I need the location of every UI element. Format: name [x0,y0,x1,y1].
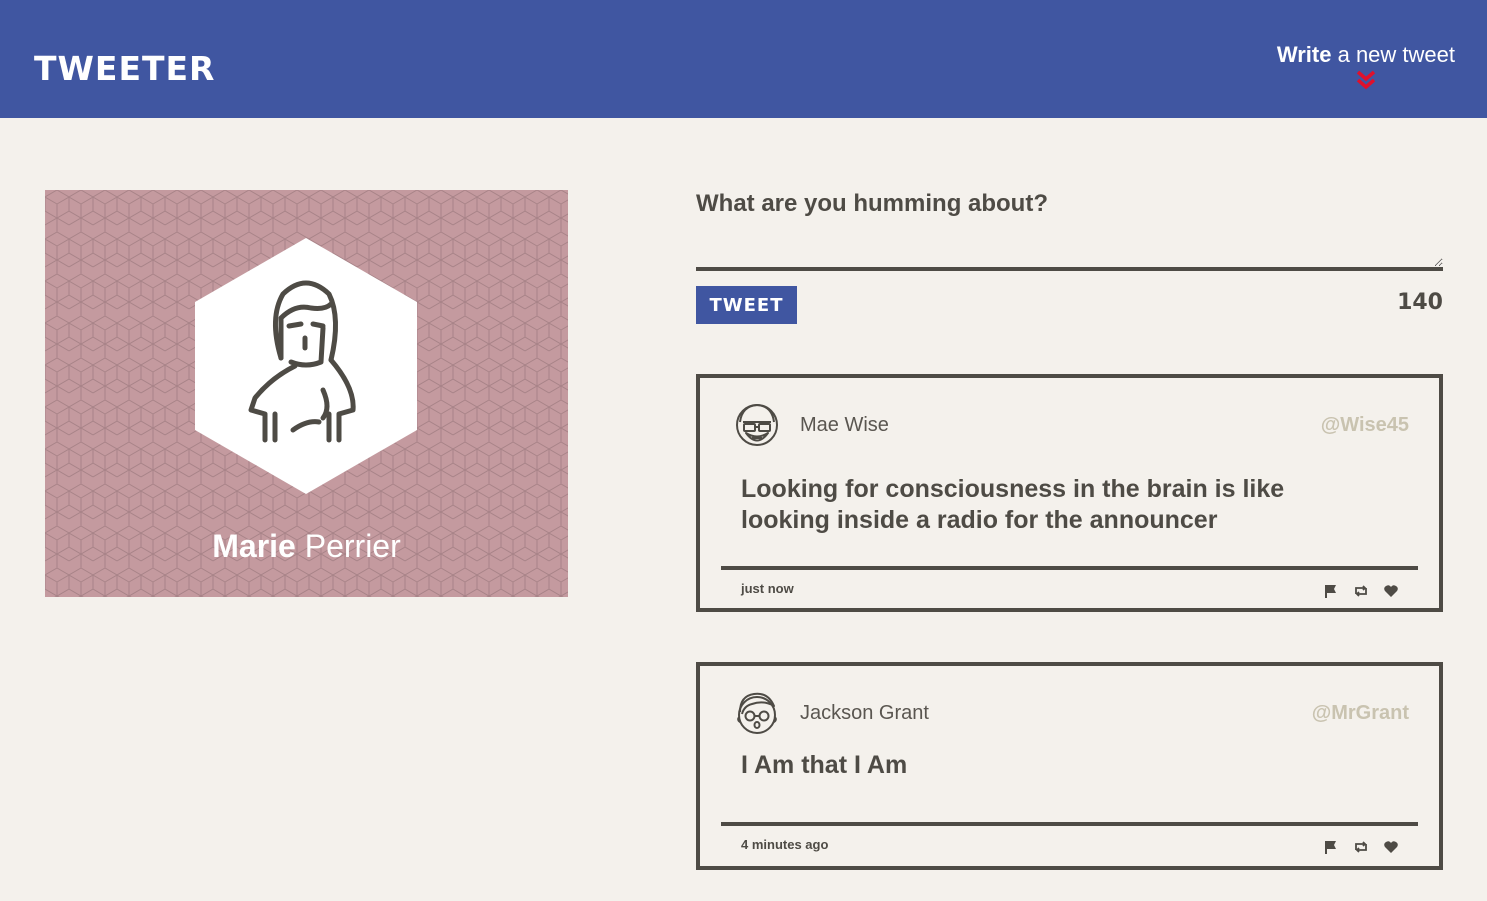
profile-first-name: Marie [212,528,296,564]
tweet-author-handle[interactable]: @Wise45 [1321,414,1409,437]
bearded-glasses-avatar-icon [736,404,778,446]
tweet-author-name: Mae Wise [800,414,889,436]
tweet-author-handle[interactable]: @MrGrant [1312,702,1409,725]
tweet-text: I Am that I Am [741,751,908,779]
heart-icon[interactable] [1383,839,1399,855]
character-counter: 140 [1397,290,1443,315]
tweet-author-name: Jackson Grant [800,702,929,724]
tweet-card: Jackson Grant @MrGrant I Am that I Am 4 … [696,662,1443,870]
write-new-tweet-link[interactable]: Write a new tweet [1277,42,1455,90]
glasses-man-avatar-icon [737,692,777,734]
app-logo: TWEETER [34,49,216,88]
top-nav: TWEETER Write a new tweet [0,0,1487,118]
tweet-timestamp: just now [741,581,794,596]
profile-name: Marie Perrier [45,528,568,565]
tweet-button[interactable]: TWEET [696,286,797,324]
woman-avatar-icon [195,238,417,494]
tweet-actions [1323,839,1399,855]
double-chevron-down-icon[interactable] [1355,70,1377,90]
tweet-text: Looking for consciousness in the brain i… [741,475,1285,534]
heart-icon[interactable] [1383,583,1399,599]
tweet-divider [721,566,1418,570]
tweet-timestamp: 4 minutes ago [741,837,829,852]
retweet-icon[interactable] [1353,583,1369,599]
tweet-card: Mae Wise @Wise45 Looking for consciousne… [696,374,1443,612]
write-link-text: a new tweet [1331,42,1455,67]
compose-textarea[interactable] [696,227,1443,271]
retweet-icon[interactable] [1353,839,1369,855]
flag-icon[interactable] [1323,583,1339,599]
compose-label: What are you humming about? [696,190,1048,217]
tweet-actions [1323,583,1399,599]
profile-last-name: Perrier [295,528,401,564]
tweet-divider [721,822,1418,826]
write-link-bold: Write [1276,42,1332,67]
flag-icon[interactable] [1323,839,1339,855]
profile-card: Marie Perrier [45,190,568,597]
